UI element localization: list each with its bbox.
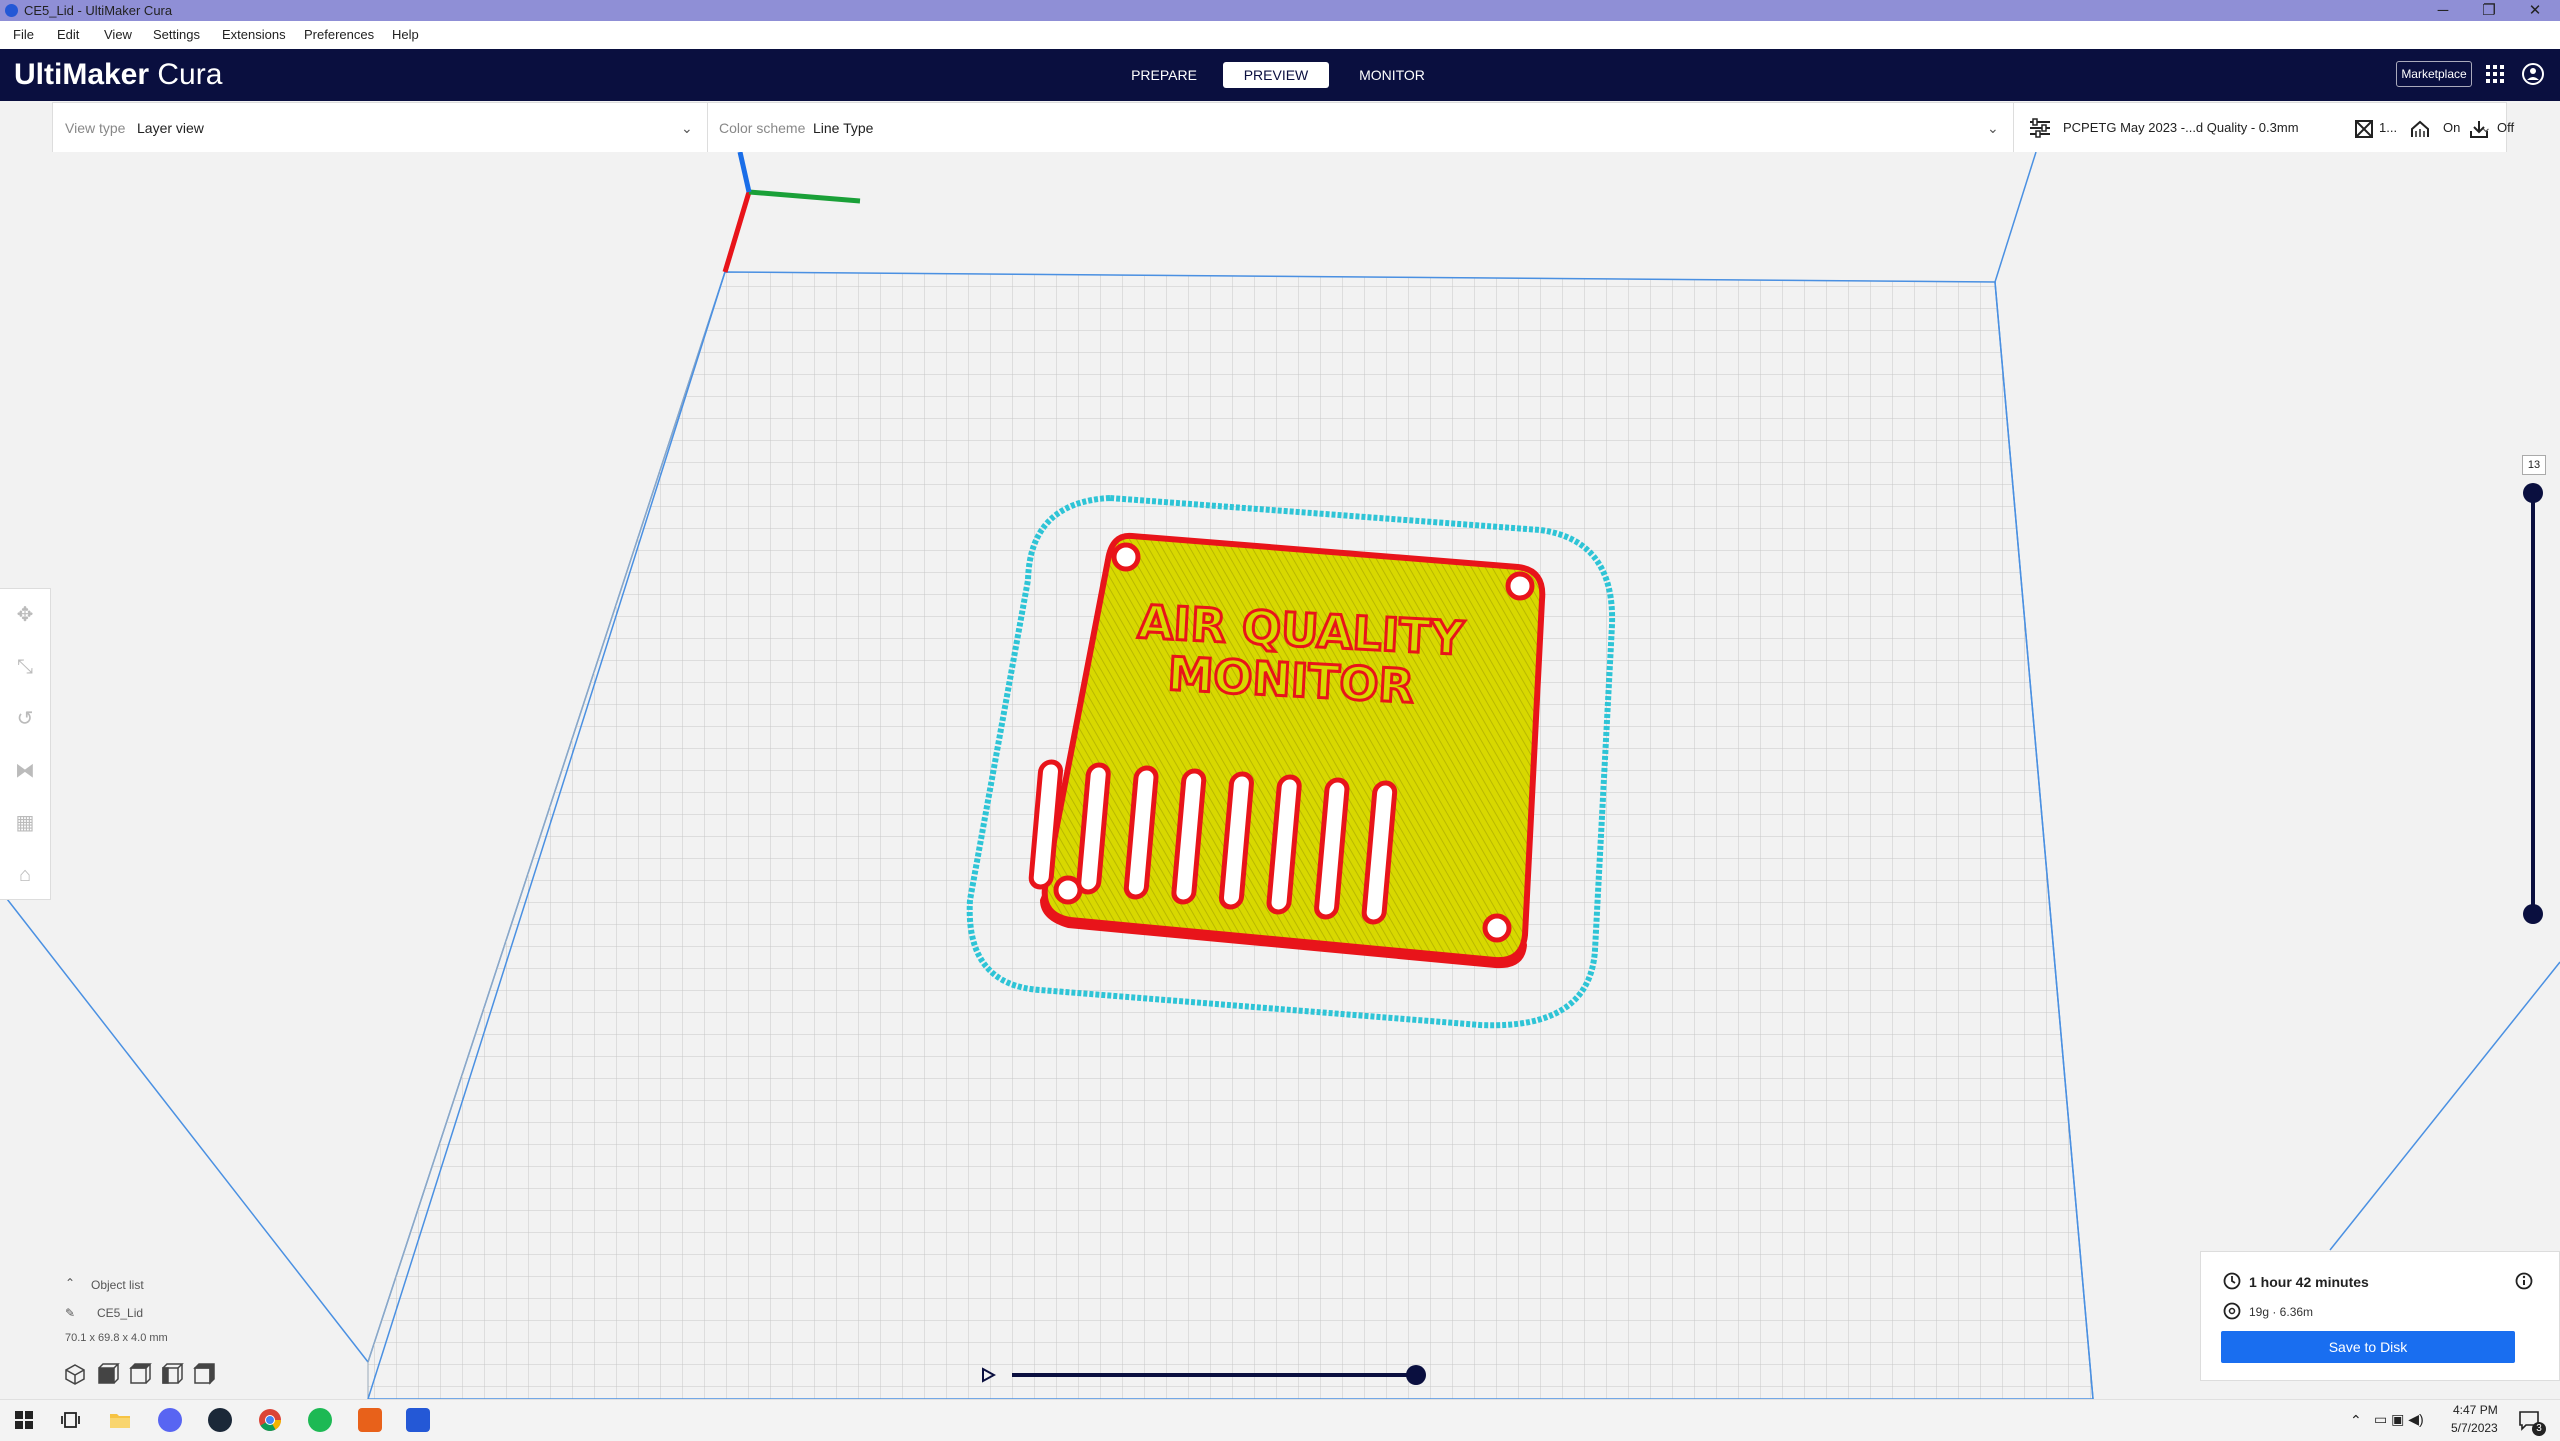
layer-slider-bottom-handle[interactable] <box>2523 904 2543 924</box>
close-button[interactable]: ✕ <box>2512 0 2558 21</box>
chevron-up-icon[interactable]: ⌃ <box>2350 1412 2362 1429</box>
infill-icon <box>2355 120 2373 138</box>
infill-value: 1... <box>2379 120 2398 135</box>
clock-date[interactable]: 5/7/2023 <box>2451 1421 2498 1435</box>
layer-slider[interactable]: 13 <box>2520 455 2552 925</box>
print-info-panel: 1 hour 42 minutes 19g · 6.36m Save to Di… <box>2200 1251 2560 1381</box>
menu-extensions[interactable]: Extensions <box>222 21 286 49</box>
discord-icon[interactable] <box>158 1408 182 1432</box>
rotate-tool-icon[interactable]: ↺ <box>13 707 37 731</box>
per-model-settings-icon[interactable]: ▦ <box>13 811 37 835</box>
camera-views <box>65 1363 215 1385</box>
windows-taskbar: ⌃ ▭ ▣ ◀) 4:47 PM 5/7/2023 3 <box>0 1399 2560 1441</box>
view-options-bar: View type Layer view ⌄ Color scheme Line… <box>52 102 2514 154</box>
steam-icon[interactable] <box>208 1408 232 1432</box>
chevron-up-icon[interactable]: ⌃ <box>65 1276 75 1290</box>
ultimaker-cura-logo: UltiMaker Cura <box>14 58 223 91</box>
object-list-toggle[interactable]: Object list <box>91 1278 144 1292</box>
marketplace-button[interactable]: Marketplace <box>2396 61 2472 87</box>
left-view-icon <box>162 1363 184 1384</box>
right-view-icon <box>193 1363 215 1385</box>
tab-monitor[interactable]: MONITOR <box>1340 62 1444 88</box>
menu-bar: File Edit View Settings Extensions Prefe… <box>0 21 2560 49</box>
clock-time[interactable]: 4:47 PM <box>2453 1403 2498 1417</box>
move-tool-icon[interactable]: ✥ <box>13 603 37 627</box>
support-value: On <box>2443 120 2461 135</box>
chevron-down-icon[interactable]: ⌄ <box>681 103 693 153</box>
windows-start-icon[interactable] <box>12 1408 36 1432</box>
color-scheme-select[interactable]: Line Type <box>813 103 873 153</box>
menu-help[interactable]: Help <box>392 21 419 49</box>
apps-grid-icon[interactable] <box>2482 61 2508 87</box>
cura-app-icon <box>5 4 18 17</box>
path-slider-handle[interactable] <box>1406 1365 1426 1385</box>
print-time: 1 hour 42 minutes <box>2249 1274 2369 1290</box>
pencil-icon[interactable]: ✎ <box>65 1306 75 1320</box>
play-icon[interactable] <box>980 1367 996 1383</box>
file-explorer-icon[interactable] <box>108 1408 132 1432</box>
layer-slider-top-handle[interactable] <box>2523 483 2543 503</box>
support-blocker-icon[interactable]: ⌂ <box>13 863 37 887</box>
fusion-icon[interactable] <box>358 1408 382 1432</box>
object-dimensions: 70.1 x 69.8 x 4.0 mm <box>65 1332 168 1344</box>
menu-settings[interactable]: Settings <box>153 21 200 49</box>
3d-viewport[interactable]: AIR QUALITY MONITOR <box>0 152 2560 1399</box>
clock-icon <box>2223 1272 2241 1290</box>
app-header: UltiMaker Cura PREPARE PREVIEW MONITOR M… <box>0 49 2560 101</box>
window-title: CE5_Lid - UltiMaker Cura <box>24 3 173 18</box>
profile-select[interactable]: PCPETG May 2023 -...d Quality - 0.3mm <box>2063 103 2299 153</box>
path-slider-track[interactable] <box>1012 1373 1417 1377</box>
front-view-icon <box>98 1363 120 1384</box>
menu-edit[interactable]: Edit <box>57 21 79 49</box>
print-settings-icon[interactable] <box>2028 118 2052 138</box>
chevron-down-icon[interactable]: ⌄ <box>1987 103 1999 153</box>
save-to-disk-button[interactable]: Save to Disk <box>2221 1331 2515 1363</box>
menu-file[interactable]: File <box>13 21 34 49</box>
menu-preferences[interactable]: Preferences <box>304 21 374 49</box>
scale-tool-icon[interactable]: ⤡ <box>13 655 37 679</box>
spool-icon <box>2223 1302 2241 1320</box>
maximize-button[interactable]: ❐ <box>2466 0 2512 21</box>
tab-preview[interactable]: PREVIEW <box>1223 62 1329 88</box>
object-name[interactable]: CE5_Lid <box>97 1306 143 1320</box>
tool-panel: ✥ ⤡ ↺ ⧓ ▦ ⌂ <box>0 588 51 900</box>
minimize-button[interactable]: ─ <box>2420 0 2466 21</box>
simulation-bar <box>980 1360 1450 1390</box>
chevron-down-icon[interactable]: ⌄ <box>2480 102 2492 152</box>
layer-number-box[interactable]: 13 <box>2522 455 2546 475</box>
info-icon[interactable] <box>2515 1272 2533 1290</box>
support-icon <box>2411 120 2429 137</box>
color-scheme-label: Color scheme <box>719 120 806 136</box>
material-usage: 19g · 6.36m <box>2249 1305 2314 1319</box>
view-type-label: View type <box>65 120 126 136</box>
build-plate-scene[interactable]: AIR QUALITY MONITOR <box>0 152 2560 1399</box>
adhesion-value: Off <box>2497 120 2515 135</box>
top-view-icon <box>129 1363 152 1384</box>
3d-view-icon <box>65 1364 85 1385</box>
mirror-tool-icon[interactable]: ⧓ <box>13 759 37 783</box>
tray-icons[interactable]: ▭ ▣ ◀) <box>2374 1411 2424 1428</box>
menu-view[interactable]: View <box>104 21 132 49</box>
window-titlebar: CE5_Lid - UltiMaker Cura ─ ❐ ✕ <box>0 0 2560 21</box>
notification-count-badge: 3 <box>2532 1422 2546 1436</box>
object-list-panel: ⌃ Object list ✎ CE5_Lid 70.1 x 69.8 x 4.… <box>55 1270 305 1400</box>
tab-prepare[interactable]: PREPARE <box>1116 62 1212 88</box>
lid-part <box>1041 532 1546 964</box>
layer-slider-track[interactable] <box>2531 491 2535 916</box>
cura-taskbar-icon[interactable] <box>406 1408 430 1432</box>
task-view-icon[interactable] <box>60 1408 84 1432</box>
spotify-icon[interactable] <box>308 1408 332 1432</box>
account-icon[interactable] <box>2520 61 2546 87</box>
chrome-icon[interactable] <box>258 1408 282 1432</box>
view-type-select[interactable]: Layer view <box>137 103 204 153</box>
